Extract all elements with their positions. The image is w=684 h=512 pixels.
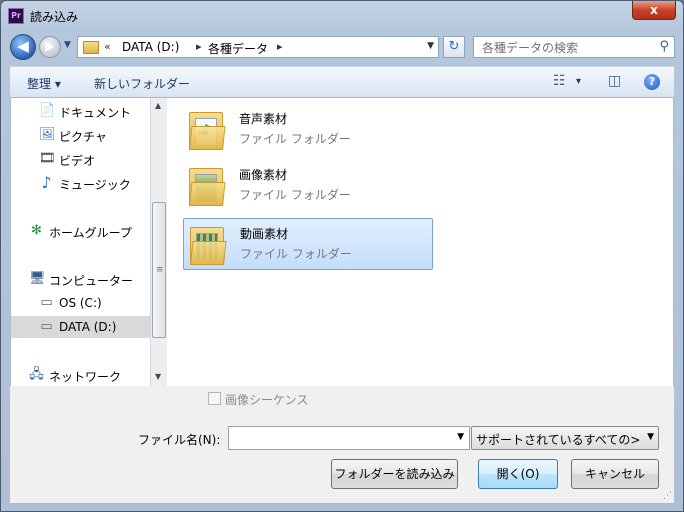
chevron-down-icon[interactable]: ▼ <box>457 432 464 442</box>
file-type-value: サポートされているすべての> <box>476 433 641 447</box>
filename-input[interactable] <box>232 430 446 448</box>
drive-d-icon: ▭ <box>40 319 53 334</box>
sidebar-item-label: ピクチャ <box>59 130 107 144</box>
import-folder-button[interactable]: フォルダーを読み込み <box>331 459 458 489</box>
help-icon[interactable]: ? <box>644 74 660 90</box>
folder-front <box>190 241 227 265</box>
sidebar-item-pictures[interactable]: 🖼 ピクチャ <box>11 124 151 146</box>
image-sequence-checkbox[interactable] <box>208 392 221 405</box>
folder-name: 動画素材 <box>240 227 289 241</box>
title-bar: Pr 読み込み x <box>1 1 683 31</box>
navigation-row: ◀ ▶ ▼ « DATA (D:) ▸ 各種データ ▸ ▼ ↻ ⚲ <box>1 31 683 63</box>
sidebar-item-homegroup[interactable]: ✻ ホームグループ <box>11 220 151 242</box>
music-icon: ♪ <box>41 173 52 192</box>
dialog-footer: 画像シーケンス ファイル名(N): ▼ サポートされているすべての> ▼ フォル… <box>10 386 674 504</box>
preview-pane-icon[interactable]: ◫ <box>608 73 621 89</box>
cancel-button[interactable]: キャンセル <box>571 459 659 489</box>
sidebar-item-label: コンピューター <box>49 274 134 288</box>
search-box: ⚲ <box>473 36 675 58</box>
view-dropdown-icon[interactable]: ▾ <box>576 76 581 87</box>
resize-grip-icon[interactable]: ⋰ <box>663 491 672 501</box>
breadcrumb-drive[interactable]: DATA (D:) <box>122 40 179 54</box>
navigation-pane: 📄 ドキュメント 🖼 ピクチャ 🎞 ビデオ ♪ ミュージック ✻ ホームグループ… <box>10 98 151 386</box>
folder-icon <box>190 227 227 265</box>
chevron-down-icon: ▼ <box>647 432 654 442</box>
sidebar-item-label: ネットワーク <box>49 370 122 384</box>
folder-type: ファイル フォルダー <box>240 247 352 261</box>
file-type-select[interactable]: サポートされているすべての> ▼ <box>471 426 659 450</box>
sidebar-item-label: ドキュメント <box>59 106 132 120</box>
navigation-scrollbar[interactable]: ▲ ≡ ▼ <box>150 98 167 386</box>
sidebar-item-label: ホームグループ <box>49 226 132 240</box>
recent-locations-button[interactable]: ▼ <box>64 40 71 50</box>
premiere-app-icon: Pr <box>8 8 24 24</box>
sidebar-item-music[interactable]: ♪ ミュージック <box>11 172 151 194</box>
sidebar-item-label: OS (C:) <box>59 296 102 310</box>
list-item[interactable]: ♪MP3 音声素材 ファイル フォルダー <box>183 104 433 156</box>
breadcrumb-separator-icon[interactable]: ▸ <box>277 40 283 53</box>
address-dropdown-icon[interactable]: ▼ <box>427 41 434 51</box>
command-toolbar: 整理 ▾ 新しいフォルダー ☷ ▾ ◫ ? <box>10 66 674 98</box>
drive-c-icon: ▭ <box>40 295 53 310</box>
folder-icon <box>189 168 226 206</box>
folder-icon: ♪MP3 <box>189 112 226 150</box>
new-folder-button[interactable]: 新しいフォルダー <box>94 75 190 92</box>
folder-name: 音声素材 <box>239 112 288 126</box>
chevron-down-icon: ▼ <box>64 40 71 50</box>
computer-icon: 🖥 <box>29 271 46 286</box>
refresh-button[interactable]: ↻ <box>443 36 465 58</box>
search-input[interactable] <box>480 39 654 57</box>
folder-front <box>189 126 226 150</box>
list-item-selected[interactable]: 動画素材 ファイル フォルダー <box>183 218 433 270</box>
image-sequence-label: 画像シーケンス <box>225 393 309 407</box>
window-title: 読み込み <box>30 10 79 24</box>
scroll-down-icon[interactable]: ▼ <box>155 372 161 381</box>
folder-name: 画像素材 <box>239 168 288 182</box>
search-icon[interactable]: ⚲ <box>659 39 669 54</box>
sidebar-item-documents[interactable]: 📄 ドキュメント <box>11 100 151 122</box>
video-icon: 🎞 <box>39 151 56 166</box>
close-icon: x <box>650 3 658 17</box>
breadcrumb-folder[interactable]: 各種データ <box>208 40 268 57</box>
scroll-up-icon[interactable]: ▲ <box>155 101 161 110</box>
pictures-icon: 🖼 <box>39 127 56 142</box>
sidebar-item-drive-d[interactable]: ▭ DATA (D:) <box>11 316 151 338</box>
sidebar-item-network[interactable]: 🖧 ネットワーク <box>11 364 151 386</box>
back-arrow-icon: ◀ <box>17 37 29 55</box>
close-button[interactable]: x <box>632 1 676 20</box>
import-dialog: Pr 読み込み x ◀ ▶ ▼ « DATA (D:) ▸ 各種データ ▸ ▼ … <box>0 0 684 512</box>
network-icon: 🖧 <box>29 367 44 382</box>
folder-icon <box>83 41 99 54</box>
forward-arrow-icon: ▶ <box>45 39 55 53</box>
address-bar[interactable]: « DATA (D:) ▸ 各種データ ▸ ▼ <box>77 36 439 58</box>
sidebar-item-label: ビデオ <box>59 154 96 168</box>
list-item[interactable]: 画像素材 ファイル フォルダー <box>183 160 433 212</box>
grip-icon: ≡ <box>156 265 164 275</box>
forward-button[interactable]: ▶ <box>39 36 61 58</box>
view-options-icon[interactable]: ☷ <box>553 73 566 89</box>
sidebar-item-videos[interactable]: 🎞 ビデオ <box>11 148 151 170</box>
breadcrumb-overflow[interactable]: « <box>104 40 111 53</box>
organize-menu[interactable]: 整理 ▾ <box>27 75 61 92</box>
folder-front <box>189 182 226 206</box>
filename-combo: ▼ <box>228 426 470 450</box>
refresh-icon: ↻ <box>448 39 460 54</box>
breadcrumb-separator-icon[interactable]: ▸ <box>196 40 202 53</box>
filename-label: ファイル名(N): <box>138 433 221 447</box>
homegroup-icon: ✻ <box>31 223 42 238</box>
folder-type: ファイル フォルダー <box>239 132 351 146</box>
open-button[interactable]: 開く(O) <box>478 459 558 489</box>
folder-type: ファイル フォルダー <box>239 188 351 202</box>
sidebar-item-label: ミュージック <box>59 178 131 192</box>
document-icon: 📄 <box>39 103 56 118</box>
sidebar-item-computer[interactable]: 🖥 コンピューター <box>11 268 151 290</box>
sidebar-item-label: DATA (D:) <box>59 320 117 334</box>
sidebar-item-drive-c[interactable]: ▭ OS (C:) <box>11 292 151 314</box>
back-button[interactable]: ◀ <box>10 34 36 60</box>
file-list: ♪MP3 音声素材 ファイル フォルダー 画像素材 ファイル フォルダー 動画素… <box>167 98 674 386</box>
scrollbar-thumb[interactable]: ≡ <box>152 202 166 338</box>
